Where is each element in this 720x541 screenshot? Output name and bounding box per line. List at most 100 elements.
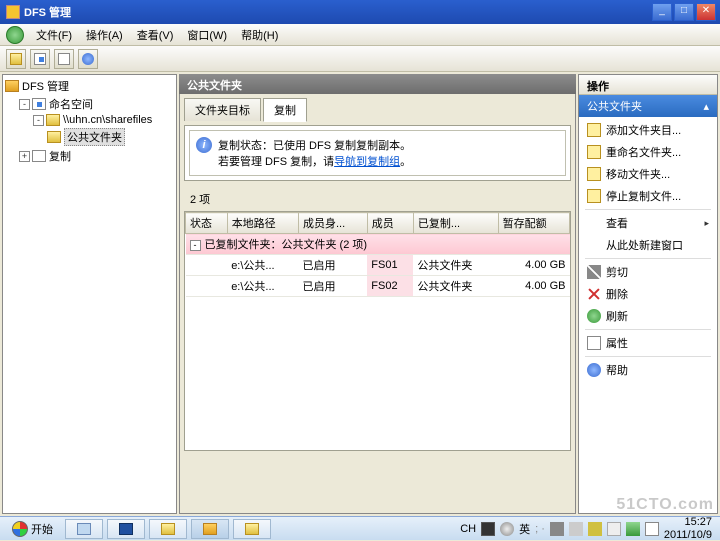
minimize-button[interactable]: _ [652,3,672,21]
clock[interactable]: 15:27 2011/10/9 [664,516,712,540]
info-line2-post: 。 [400,156,411,168]
chevron-up-icon: ▴ [703,100,709,113]
center-pane: 公共文件夹 文件夹目标 复制 i 复制状态：已使用 DFS 复制复制副本。 若要… [179,74,576,514]
collapse-toggle[interactable]: - [19,99,30,110]
taskbar: 开始 CH 英 ; · 15:27 2011/10/9 [0,516,720,540]
taskbar-app-2[interactable] [107,519,145,539]
maximize-button[interactable]: □ [674,3,694,21]
network-icon[interactable] [626,522,640,536]
doc-icon [58,53,70,65]
tree-folder[interactable]: 公共文件夹 [5,127,174,147]
menu-bar: 文件(F) 操作(A) 查看(V) 窗口(W) 帮助(H) [0,24,720,46]
menu-view[interactable]: 查看(V) [131,25,180,45]
window-icon [587,238,601,252]
properties-icon [587,336,601,350]
action-cut[interactable]: 剪切 [581,261,715,283]
item-count: 2 项 [184,187,571,211]
replication-icon [32,150,46,162]
info-line2-pre: 若要管理 DFS 复制，请 [218,156,334,168]
tray-icon-2[interactable] [500,522,514,536]
cell-member: FS01 [367,255,413,276]
ime-indicator[interactable]: CH [460,523,476,535]
toolbar-btn-3[interactable] [54,49,74,69]
collapse-toggle[interactable]: - [33,115,44,126]
tree-replication[interactable]: + 复制 [5,147,174,165]
chevron-right-icon: ▸ [704,218,709,229]
action-help[interactable]: 帮助 [581,359,715,381]
group-row[interactable]: -已复制文件夹：公共文件夹 (2 项) [186,234,570,255]
dfs-icon [203,523,217,535]
action-delete[interactable]: 删除 [581,283,715,305]
col-member[interactable]: 成员 [367,213,413,234]
namespace-icon [34,53,46,65]
tree-root[interactable]: DFS 管理 [5,77,174,95]
namespace-icon [32,98,46,110]
taskbar-app-5[interactable] [233,519,271,539]
back-icon[interactable] [6,26,24,44]
cell-quota: 4.00 GB [498,276,569,297]
center-title: 公共文件夹 [179,74,576,94]
delete-icon [587,287,601,301]
add-icon [587,123,601,137]
col-quota[interactable]: 暂存配额 [498,213,569,234]
tray-icon-1[interactable] [481,522,495,536]
col-replicated[interactable]: 已复制... [413,213,498,234]
tab-folder-targets[interactable]: 文件夹目标 [184,98,261,121]
help-icon [82,53,94,65]
action-stop-replication[interactable]: 停止复制文件... [581,185,715,207]
toolbar-btn-1[interactable] [6,49,26,69]
menu-window[interactable]: 窗口(W) [181,25,233,45]
tray-icon-6[interactable] [607,522,621,536]
cell-quota: 4.00 GB [498,255,569,276]
action-properties[interactable]: 属性 [581,332,715,354]
toolbar-btn-2[interactable] [30,49,50,69]
folder-icon [47,131,61,143]
help-icon [587,363,601,377]
action-refresh[interactable]: 刷新 [581,305,715,327]
server-icon [77,523,91,535]
tree-share[interactable]: - \\uhn.cn\sharefiles [5,113,174,127]
menu-help[interactable]: 帮助(H) [235,25,284,45]
close-button[interactable]: ✕ [696,3,716,21]
toolbar [0,46,720,72]
app-icon [6,5,20,19]
action-add-folder-target[interactable]: 添加文件夹目... [581,119,715,141]
tray-icon-5[interactable] [588,522,602,536]
start-button[interactable]: 开始 [4,519,61,539]
actions-subtitle[interactable]: 公共文件夹 ▴ [579,95,717,117]
replication-table: 状态 本地路径 成员身... 成员 已复制... 暂存配额 -已复制文件夹：公共… [185,212,570,297]
action-view[interactable]: 查看▸ [581,212,715,234]
action-new-window[interactable]: 从此处新建窗口 [581,234,715,256]
tree-pane[interactable]: DFS 管理 - 命名空间 - \\uhn.cn\sharefiles 公共文件… [2,74,177,514]
ime-lang[interactable]: 英 [519,521,530,537]
volume-icon[interactable] [645,522,659,536]
actions-pane: 操作 公共文件夹 ▴ 添加文件夹目... 重命名文件夹... 移动文件夹... … [578,74,718,514]
nav-to-replication-group-link[interactable]: 导航到复制组 [334,156,400,168]
action-rename-folder[interactable]: 重命名文件夹... [581,141,715,163]
table-row[interactable]: e:\公共... 已启用 FS01 公共文件夹 4.00 GB [186,255,570,276]
tray-icon-3[interactable] [550,522,564,536]
toolbar-btn-4[interactable] [78,49,98,69]
taskbar-app-3[interactable] [149,519,187,539]
col-membership[interactable]: 成员身... [298,213,367,234]
menu-action[interactable]: 操作(A) [80,25,129,45]
cell-path: e:\公共... [227,255,298,276]
expand-toggle[interactable]: + [19,151,30,162]
share-icon [46,114,60,126]
col-state[interactable]: 状态 [186,213,228,234]
table-wrap: 状态 本地路径 成员身... 成员 已复制... 暂存配额 -已复制文件夹：公共… [184,211,571,451]
cell-replicated: 公共文件夹 [413,255,498,276]
group-collapse-toggle[interactable]: - [190,240,201,251]
tab-replication[interactable]: 复制 [263,98,307,122]
action-move-folder[interactable]: 移动文件夹... [581,163,715,185]
tree-namespace[interactable]: - 命名空间 [5,95,174,113]
taskbar-app-1[interactable] [65,519,103,539]
table-row[interactable]: e:\公共... 已启用 FS02 公共文件夹 4.00 GB [186,276,570,297]
cell-replicated: 公共文件夹 [413,276,498,297]
menu-file[interactable]: 文件(F) [30,25,78,45]
actions-title: 操作 [579,75,717,95]
tray-icon-4[interactable] [569,522,583,536]
taskbar-app-4[interactable] [191,519,229,539]
col-path[interactable]: 本地路径 [227,213,298,234]
window-title: DFS 管理 [24,4,652,20]
